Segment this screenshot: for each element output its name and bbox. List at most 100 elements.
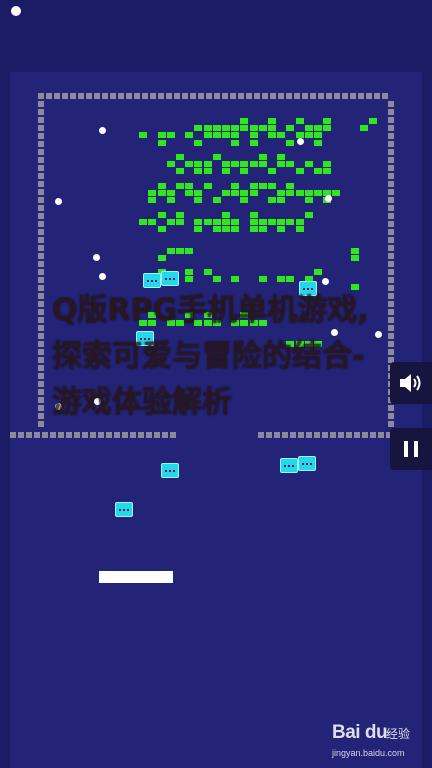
watermark-logo: Bai du <box>332 722 388 743</box>
brick <box>148 197 157 204</box>
brick <box>231 218 240 225</box>
brick <box>295 218 304 225</box>
brick <box>314 168 322 175</box>
brick <box>277 132 286 139</box>
brick <box>222 132 230 139</box>
brick <box>185 269 194 276</box>
brick <box>314 269 322 276</box>
brick <box>212 154 221 160</box>
brick <box>194 190 203 196</box>
brick <box>304 161 313 168</box>
brick <box>258 125 267 132</box>
brick <box>203 182 212 189</box>
brick <box>249 182 258 189</box>
brick <box>350 247 359 254</box>
brick <box>139 132 148 139</box>
brick <box>295 226 304 232</box>
brick <box>314 139 322 146</box>
brick <box>277 154 286 160</box>
brick <box>277 190 286 196</box>
game-screen[interactable]: Q版RPG手机单机游戏,探索可爱与冒险的结合-游戏体验解析 Bai du 经验 … <box>0 0 432 768</box>
brick <box>258 218 267 225</box>
brick <box>286 125 295 132</box>
brick <box>314 125 322 132</box>
brick <box>194 168 203 175</box>
ball <box>99 273 106 280</box>
brick <box>304 211 313 218</box>
brick <box>295 190 304 196</box>
brick <box>185 182 194 189</box>
brick <box>166 218 175 225</box>
brick <box>350 254 359 261</box>
brick <box>286 276 295 283</box>
ball <box>325 195 332 202</box>
brick <box>249 132 258 139</box>
powerup-capsule <box>143 273 161 288</box>
speaker-icon <box>400 374 421 392</box>
brick <box>231 276 240 283</box>
brick <box>286 161 295 168</box>
brick <box>157 254 166 261</box>
brick <box>222 161 230 168</box>
pause-button[interactable] <box>390 428 432 470</box>
brick <box>212 276 221 283</box>
brick <box>166 161 175 168</box>
powerup-capsule <box>298 456 316 471</box>
brick <box>249 125 258 132</box>
brick <box>203 125 212 132</box>
brick <box>231 161 240 168</box>
brick <box>212 197 221 204</box>
brick <box>277 197 286 204</box>
brick <box>166 132 175 139</box>
brick <box>148 218 157 225</box>
brick <box>203 269 212 276</box>
brick <box>268 182 276 189</box>
brick <box>249 161 258 168</box>
brick <box>295 168 304 175</box>
brick <box>268 132 276 139</box>
brick <box>194 161 203 168</box>
brick <box>176 168 184 175</box>
sound-button[interactable] <box>390 362 432 404</box>
brick <box>258 154 267 160</box>
brick <box>185 190 194 196</box>
brick <box>176 182 184 189</box>
brick <box>323 125 332 132</box>
brick <box>240 197 249 204</box>
brick <box>212 218 221 225</box>
paddle[interactable] <box>99 571 173 583</box>
brick <box>185 132 194 139</box>
overlay-title: Q版RPG手机单机游戏,探索可爱与冒险的结合-游戏体验解析 <box>52 293 369 420</box>
brick <box>304 190 313 196</box>
brick <box>231 125 240 132</box>
brick <box>203 161 212 168</box>
brick <box>212 125 221 132</box>
brick <box>268 218 276 225</box>
brick <box>258 182 267 189</box>
brick <box>240 168 249 175</box>
brick <box>332 190 341 196</box>
brick <box>157 211 166 218</box>
brick <box>240 190 249 196</box>
brick <box>277 276 286 283</box>
brick <box>157 139 166 146</box>
brick <box>314 132 322 139</box>
brick <box>194 218 203 225</box>
powerup-capsule <box>115 502 133 517</box>
brick <box>231 182 240 189</box>
brick <box>240 161 249 168</box>
brick <box>148 190 157 196</box>
brick <box>194 197 203 204</box>
ball <box>297 138 304 145</box>
brick <box>277 161 286 168</box>
watermark-url: jingyan.baidu.com <box>332 748 405 758</box>
brick <box>185 161 194 168</box>
brick <box>249 218 258 225</box>
brick <box>203 218 212 225</box>
brick <box>157 182 166 189</box>
brick <box>157 190 166 196</box>
brick <box>231 190 240 196</box>
brick <box>249 226 258 232</box>
brick <box>222 125 230 132</box>
brick <box>360 125 368 132</box>
